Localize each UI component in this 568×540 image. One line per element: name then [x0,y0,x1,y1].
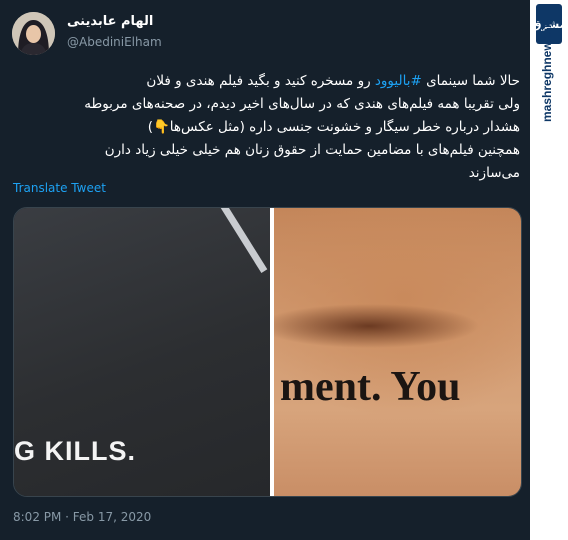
tweet-text: حالا شما سینمای #بالیوود رو مسخره کنید و… [14,70,520,185]
tweet-line: هشدار درباره خطر سیگار و خشونت جنسی داره… [147,119,520,135]
display-name[interactable]: الهام عابدینی [67,14,153,29]
tweet-line: ولی تقریبا همه فیلم‌های هندی که در سال‌ه… [84,96,520,112]
tweet-text-segment: حالا شما سینمای [421,73,520,89]
hashtag-link[interactable]: #بالیوود [375,73,422,89]
watermark-strip: مشرق mashreghnews.ir [530,0,568,540]
user-handle[interactable]: @AbediniElham [67,35,162,49]
media-caption-right: ment. You [280,364,461,410]
tweet-media[interactable]: G KILLS. ment. You [13,207,522,497]
decorative-stripe [213,208,268,274]
media-image-left[interactable]: G KILLS. [14,208,270,496]
media-image-right[interactable]: ment. You [274,208,521,496]
avatar[interactable] [12,12,55,55]
tweet-text-segment: رو مسخره کنید و بگید فیلم هندی و فلان [146,73,375,89]
tweet-line: حالا شما سینمای #بالیوود رو مسخره کنید و… [14,70,520,93]
tweet-line: همچنین فیلم‌های با مضامین حمایت از حقوق … [104,142,520,158]
tweet-card: الهام عابدینی @AbediniElham حالا شما سین… [0,0,530,540]
tweet-timestamp[interactable]: 8:02 PM · Feb 17, 2020 [13,510,151,524]
translate-tweet-link[interactable]: Translate Tweet [13,181,106,195]
media-caption-left: G KILLS. [14,436,136,466]
avatar-image [12,12,55,55]
watermark-site: mashreghnews.ir [540,23,554,122]
